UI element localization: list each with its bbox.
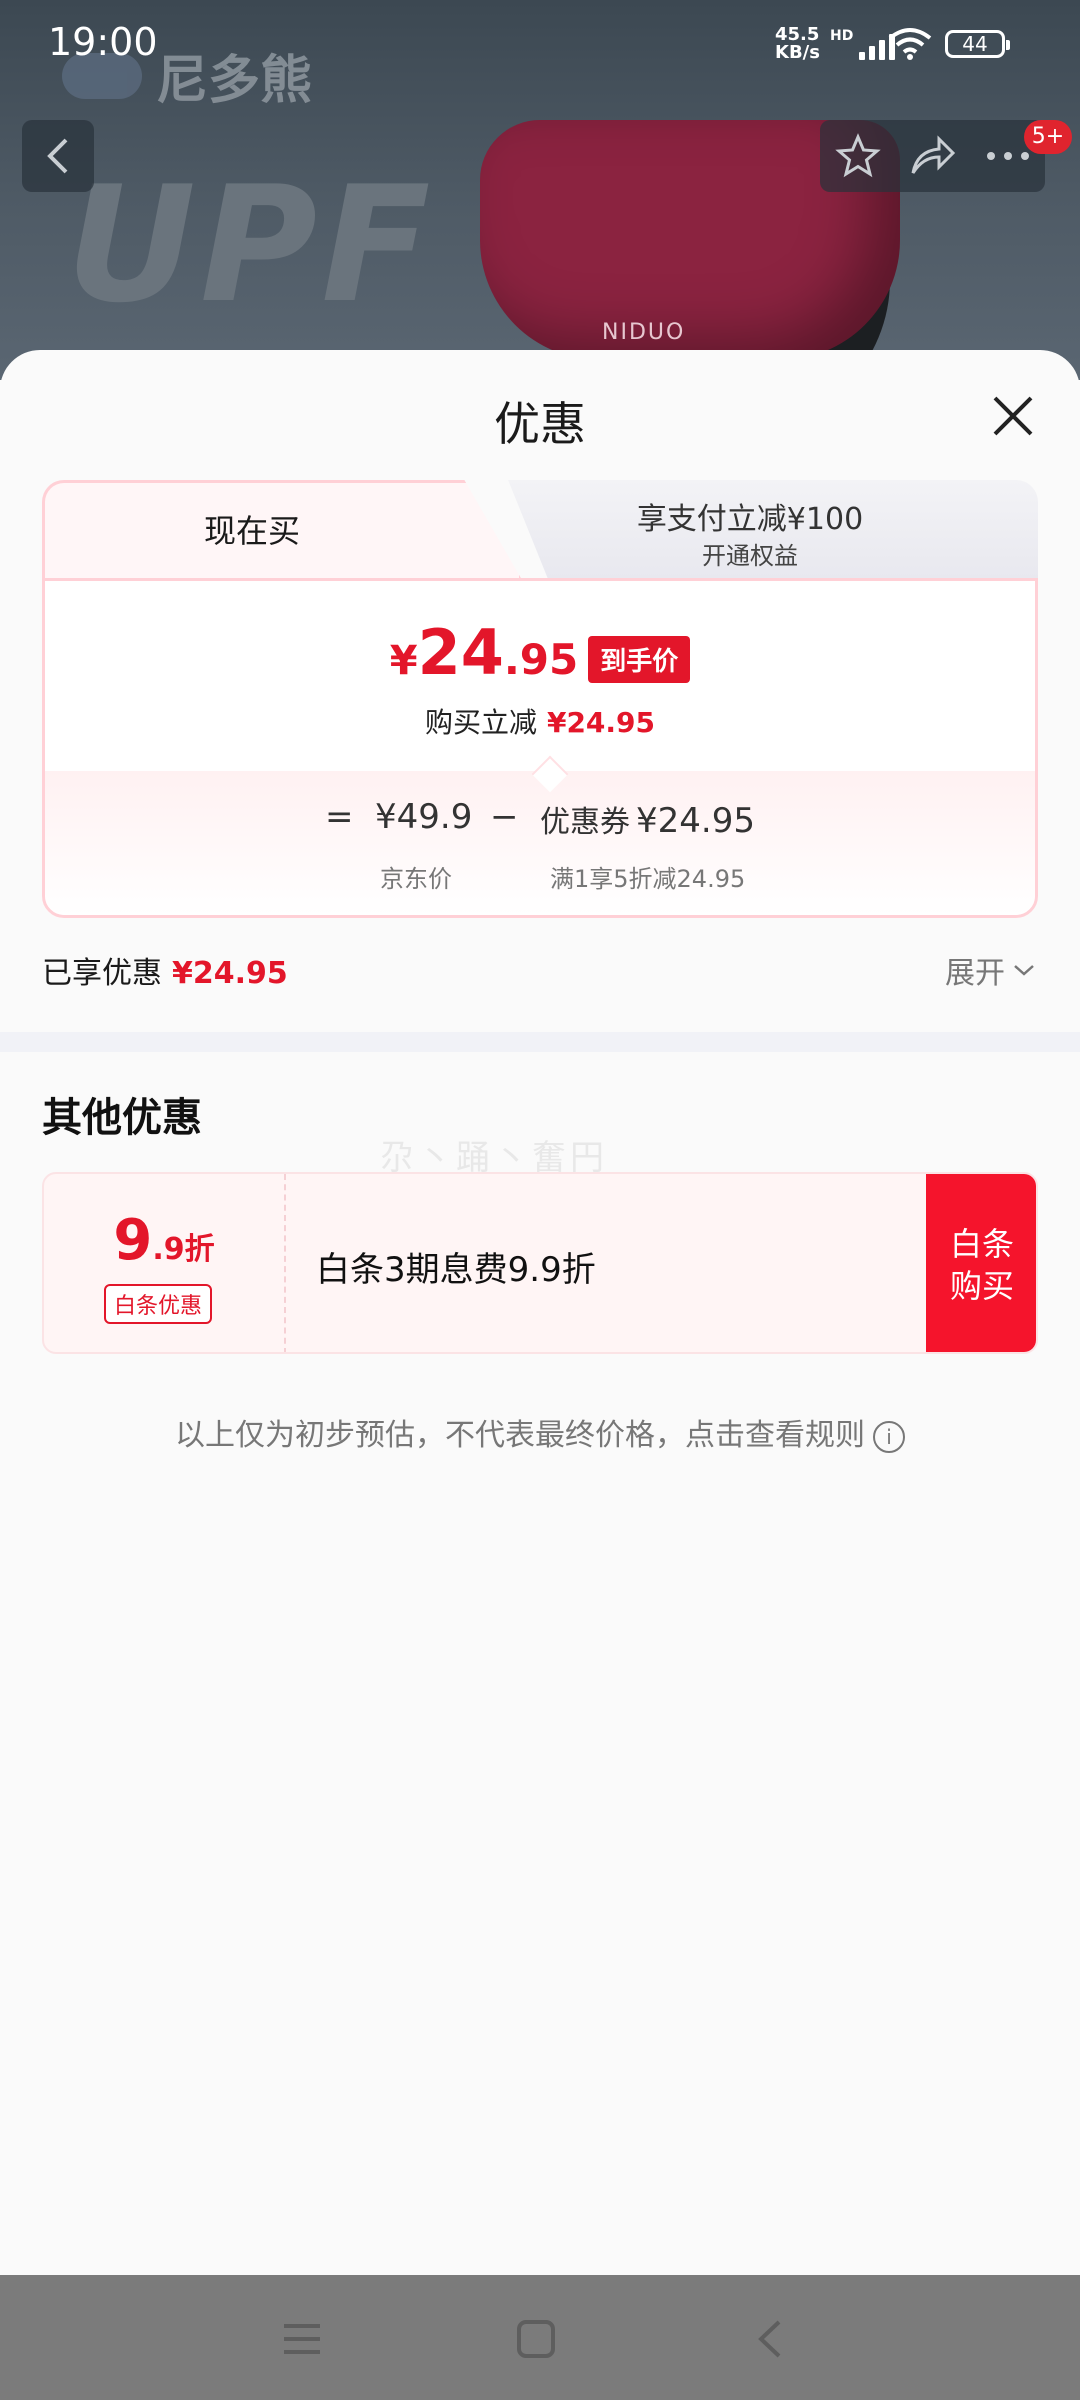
top-action-bar: [820, 120, 1045, 192]
chevron-left-icon: [47, 138, 68, 174]
baitiao-promo-card[interactable]: 9.9折 白条优惠 白条3期息费9.9折 白条 购买: [42, 1172, 1038, 1354]
enjoyed-discount: 已享优惠 ¥24.95: [42, 948, 288, 992]
section-divider: [0, 1032, 1080, 1052]
promo-rate-block: 9.9折 白条优惠: [44, 1174, 286, 1352]
baitiao-buy-line2: 购买: [949, 1267, 1014, 1305]
status-bar: 19:00 45.5 KB/s HD 44: [0, 0, 1080, 90]
baitiao-buy-button[interactable]: 白条 购买: [926, 1174, 1036, 1352]
coupon: 优惠券 ¥24.95: [540, 797, 755, 841]
purchase-reduction: 购买立减 ¥24.95: [45, 701, 1035, 741]
enjoyed-label: 已享优惠: [42, 956, 162, 991]
back-chevron-icon: [758, 2320, 781, 2358]
price-integer: 24: [417, 616, 504, 689]
network-speed-unit: KB/s: [775, 42, 820, 63]
promo-rate-big: 9: [113, 1208, 153, 1273]
product-label: NIDUO: [602, 320, 686, 345]
promo-rate: 9.9折: [44, 1208, 284, 1273]
disclaimer-text: 以上仅为初步预估，不代表最终价格，点击查看规则: [175, 1418, 865, 1453]
price-decimal: .95: [503, 635, 579, 684]
menu-button[interactable]: [276, 2313, 328, 2365]
status-time: 19:00: [48, 20, 158, 64]
system-back-button[interactable]: [744, 2313, 796, 2365]
tab-pay-discount-title: 享支付立减¥100: [636, 502, 864, 537]
reduction-label: 购买立减: [424, 706, 537, 739]
final-price: ¥24.95: [389, 622, 579, 699]
coupon-value: ¥24.95: [636, 801, 755, 841]
jd-price-label: 京东价: [380, 865, 452, 893]
share-button[interactable]: [907, 130, 959, 182]
signal-icon: HD: [830, 28, 896, 60]
star-icon: [834, 133, 881, 178]
chevron-down-icon: [1014, 965, 1034, 976]
more-dots-icon: [986, 152, 1029, 160]
coupon-label: 优惠券: [540, 805, 630, 840]
share-arrow-icon: [911, 135, 955, 174]
home-square-icon: [517, 2320, 555, 2358]
home-button[interactable]: [510, 2313, 562, 2365]
rules-disclaimer-link[interactable]: 以上仅为初步预估，不代表最终价格，点击查看规则 i: [0, 1410, 1080, 1454]
price-card: ¥24.95 到手价 购买立减 ¥24.95 = ¥49.9 − 优惠券 ¥24.9…: [42, 578, 1038, 918]
hero-text: UPF: [66, 151, 435, 338]
baitiao-buy-line1: 白条: [949, 1225, 1014, 1263]
favorite-button[interactable]: [832, 130, 884, 182]
hd-label: HD: [830, 28, 854, 44]
coupon-rule: 满1享5折减24.95: [550, 865, 746, 893]
promo-tag: 白条优惠: [104, 1284, 213, 1324]
promo-description: 白条3期息费9.9折: [316, 1250, 596, 1290]
battery-icon: 44: [945, 30, 1010, 58]
purchase-tabs: 现在买 享支付立减¥100 开通权益: [42, 480, 1038, 580]
message-badge: 5+: [1024, 120, 1072, 154]
menu-icon: [284, 2324, 320, 2354]
discount-sheet: 优惠 现在买 享支付立减¥100 开通权益 ¥24.95 到手价 购买立减 ¥24…: [0, 350, 1080, 2275]
other-discounts-title: 其他优惠: [42, 1095, 202, 1141]
sheet-title: 优惠: [494, 397, 586, 451]
formula-equals: =: [325, 797, 354, 837]
price-formula: = ¥49.9 − 优惠券 ¥24.95 京东价 满1享5折减24.95: [45, 771, 1035, 915]
info-icon: i: [873, 1420, 905, 1453]
wifi-icon: [888, 28, 932, 60]
price-currency: ¥: [389, 638, 418, 684]
tab-buy-now-label: 现在买: [203, 512, 300, 550]
expand-button[interactable]: 展开: [945, 948, 1035, 992]
reduction-value: ¥24.95: [546, 706, 656, 739]
final-price-tag: 到手价: [588, 636, 691, 683]
enjoyed-value: ¥24.95: [172, 956, 288, 991]
tab-pay-discount-subtitle: 开通权益: [702, 542, 798, 570]
network-speed: 45.5 KB/s: [775, 26, 820, 62]
final-price-row: ¥24.95 到手价: [45, 622, 1035, 699]
expand-label: 展开: [945, 956, 1005, 991]
system-navigation-bar: [0, 2275, 1080, 2400]
formula-minus: −: [490, 797, 519, 837]
close-icon[interactable]: [985, 388, 1041, 444]
jd-price: ¥49.9: [375, 797, 473, 837]
promo-rate-small: .9折: [152, 1232, 215, 1267]
back-button[interactable]: [22, 120, 94, 192]
